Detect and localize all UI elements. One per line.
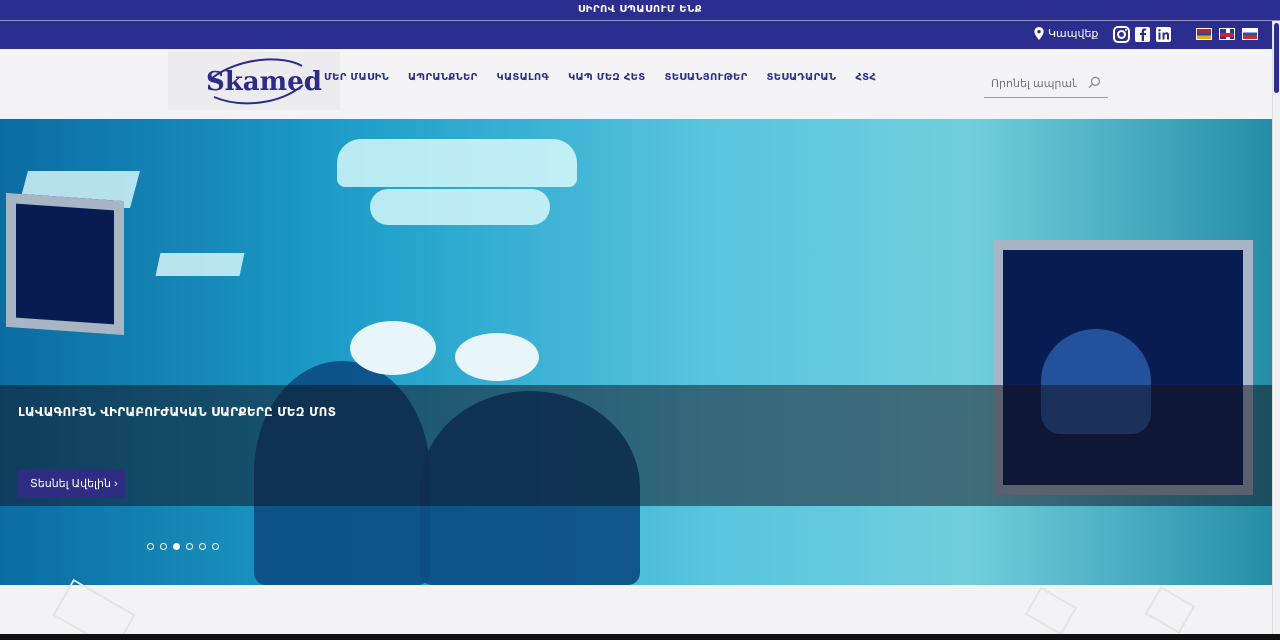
surgical-cap-graphic — [455, 333, 539, 381]
nav-contact[interactable]: ԿԱՊ ՄԵԶ ՀԵՏ — [568, 72, 645, 83]
carousel-dot[interactable] — [147, 543, 154, 550]
see-more-button[interactable]: Տեսնել Ավելին › — [18, 469, 125, 498]
contact-label: Կապվեք — [1048, 27, 1099, 40]
social-links — [1113, 26, 1172, 43]
nav-videos[interactable]: ՏԵՍԱՆՅՈՒԹԵՐ — [664, 72, 747, 83]
contact-link[interactable]: Կապվեք — [1034, 27, 1098, 40]
linkedin-icon[interactable] — [1155, 26, 1172, 43]
announcement-bar: ՍԻՐՈՎ ՍՊԱՍՈՒՄ ԵՆՔ — [0, 0, 1280, 20]
hexagon-background-decoration — [52, 578, 136, 640]
main-navigation: ՄԵՐ ՄԱՍԻՆ ԱՊՐԱՆՔՆԵՐ ԿԱՏԱԼՈԳ ԿԱՊ ՄԵԶ ՀԵՏ … — [324, 72, 876, 83]
armenian-flag-icon[interactable] — [1196, 28, 1212, 40]
search-input[interactable] — [984, 74, 1084, 94]
browser-bottom-edge — [0, 634, 1280, 640]
ceiling-light-graphic — [155, 253, 245, 276]
hexagon-background-decoration — [1024, 586, 1078, 636]
nav-faq[interactable]: ՀՏՀ — [855, 72, 876, 83]
surgical-light-graphic — [337, 139, 577, 187]
search-icon[interactable] — [1088, 76, 1101, 89]
carousel-pagination — [147, 543, 219, 550]
monitor-graphic — [6, 192, 124, 336]
hero-caption-band — [0, 385, 1277, 506]
nav-about[interactable]: ՄԵՐ ՄԱՍԻՆ — [324, 72, 389, 83]
carousel-dot[interactable] — [199, 543, 206, 550]
page-scroll-thumb[interactable] — [1274, 23, 1279, 93]
hexagon-background-decoration — [1144, 586, 1196, 634]
facebook-icon[interactable] — [1134, 26, 1151, 43]
skamed-logo[interactable]: Skamed — [206, 67, 322, 97]
surgical-cap-graphic — [350, 321, 436, 375]
carousel-dot[interactable] — [212, 543, 219, 550]
hero-title: ԼԱՎԱԳՈՒՅՆ ՎԻՐԱԲՈՒԺԱԿԱՆ ՍԱՐՔԵՐԸ ՄԵԶ ՄՈՏ — [18, 405, 337, 419]
nav-catalog[interactable]: ԿԱՏԱԼՈԳ — [497, 72, 550, 83]
english-flag-icon[interactable] — [1219, 28, 1235, 40]
instagram-icon[interactable] — [1113, 26, 1130, 43]
surgical-light-graphic — [370, 189, 550, 225]
carousel-dot[interactable] — [186, 543, 193, 550]
carousel-dot-active[interactable] — [173, 543, 180, 550]
location-pin-icon — [1034, 27, 1044, 40]
language-switcher — [1196, 28, 1258, 40]
carousel-dot[interactable] — [160, 543, 167, 550]
nav-products[interactable]: ԱՊՐԱՆՔՆԵՐ — [408, 72, 478, 83]
nav-showroom[interactable]: ՏԵՍԱԴԱՐԱՆ — [767, 72, 837, 83]
hero-carousel: ԼԱՎԱԳՈՒՅՆ ՎԻՐԱԲՈՒԺԱԿԱՆ ՍԱՐՔԵՐԸ ՄԵԶ ՄՈՏ Տ… — [0, 119, 1277, 585]
top-utility-bar: Կապվեք — [0, 21, 1280, 49]
page-scrollbar[interactable] — [1272, 21, 1280, 634]
product-search — [984, 72, 1108, 98]
russian-flag-icon[interactable] — [1242, 28, 1258, 40]
